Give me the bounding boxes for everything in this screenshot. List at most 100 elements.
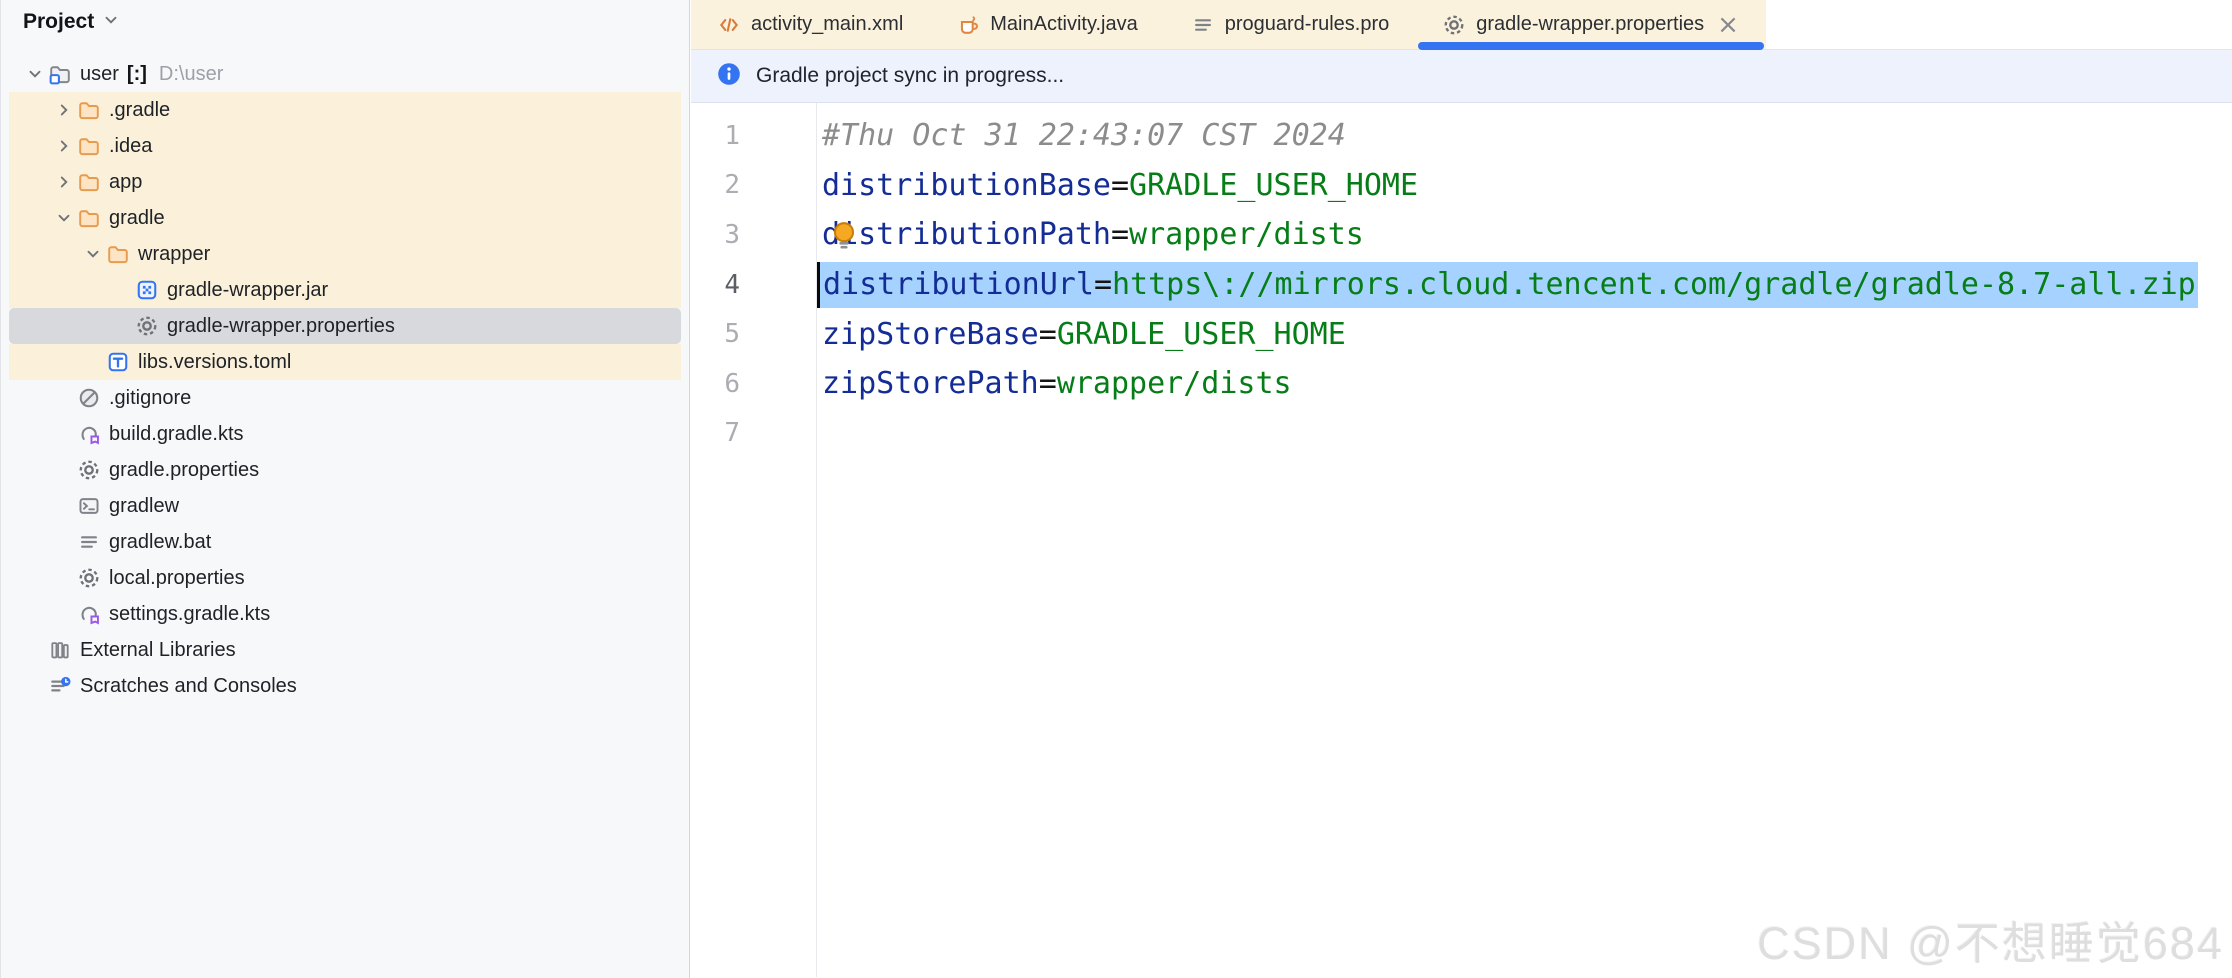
tree-item--idea[interactable]: .idea [9, 128, 681, 164]
terminal-icon [76, 494, 102, 518]
tree-item-label: build.gradle.kts [109, 423, 244, 446]
tree-item-libs-versions-toml[interactable]: libs.versions.toml [9, 344, 681, 380]
line-number-1[interactable]: 1 [691, 111, 816, 161]
token-key: zipStoreBase [822, 317, 1039, 352]
selected-text-highlight: distributionUrl=https\://mirrors.cloud.t… [817, 262, 2198, 308]
xml-code-icon [718, 14, 740, 36]
tab-gradle-wrapper-properties[interactable]: gradle-wrapper.properties × [1416, 0, 1766, 49]
token-key: zipStorePath [822, 366, 1039, 401]
folder-icon [76, 170, 102, 194]
chevron-down-icon[interactable] [23, 62, 47, 86]
tree-item-label: wrapper [138, 243, 210, 266]
line-number-3[interactable]: 3 [691, 210, 816, 260]
tab-mainactivity-java[interactable]: MainActivity.java [930, 0, 1164, 49]
tree-item-label: settings.gradle.kts [109, 603, 270, 626]
tree-item-label: gradle [109, 207, 165, 230]
token-comment: #Thu Oct 31 22:43:07 CST 2024 [822, 118, 1346, 153]
code-line-2[interactable]: distributionBase=GRADLE_USER_HOME [817, 161, 2232, 211]
code-line-3[interactable]: distributionPath=wrapper/dists [817, 210, 2232, 260]
project-panel-header[interactable]: Project [1, 0, 689, 44]
module-folder-icon [47, 62, 73, 86]
line-number-5[interactable]: 5 [691, 309, 816, 359]
tree-item-scratches-and-consoles[interactable]: Scratches and Consoles [9, 668, 681, 704]
token-key: distributionUrl [823, 267, 1094, 302]
toml-icon [105, 350, 131, 374]
token-value: GRADLE_USER_HOME [1129, 168, 1418, 203]
line-number-6[interactable]: 6 [691, 359, 816, 409]
tree-item-label: Scratches and Consoles [80, 675, 297, 698]
tree-item-label: .gitignore [109, 387, 191, 410]
line-number-7[interactable]: 7 [691, 409, 816, 459]
chevron-spacer [52, 458, 76, 482]
chevron-right-icon[interactable] [52, 98, 76, 122]
tree-item-gradle-wrapper-properties[interactable]: gradle-wrapper.properties [9, 308, 681, 344]
code-line-7[interactable] [817, 409, 2232, 459]
chevron-spacer [23, 638, 47, 662]
chevron-spacer [81, 350, 105, 374]
line-number-4[interactable]: 4 [691, 260, 816, 310]
tree-item-app[interactable]: app [9, 164, 681, 200]
chevron-spacer [52, 422, 76, 446]
project-tree: user[:]D:\user .gradle .idea app gradle wrapp… [1, 44, 689, 704]
tree-item-gradle-wrapper-jar[interactable]: gradle-wrapper.jar [9, 272, 681, 308]
tree-item-label: gradlew.bat [109, 531, 211, 554]
folder-icon [76, 134, 102, 158]
chevron-spacer [110, 278, 134, 302]
tree-item-gradlew[interactable]: gradlew [9, 488, 681, 524]
code-viewport[interactable]: #Thu Oct 31 22:43:07 CST 2024 distributio… [817, 103, 2232, 977]
tree-item-external-libraries[interactable]: External Libraries [9, 632, 681, 668]
token-eq: = [1111, 168, 1129, 203]
project-tool-window: Project user[:]D:\user .gradle .idea app gra… [0, 0, 690, 978]
tree-item-gradle-properties[interactable]: gradle.properties [9, 452, 681, 488]
gear-icon [1443, 14, 1465, 36]
chevron-down-icon[interactable] [102, 11, 120, 34]
chevron-spacer [110, 314, 134, 338]
tab-activity-main-xml[interactable]: activity_main.xml [691, 0, 930, 49]
chevron-down-icon[interactable] [81, 242, 105, 266]
intention-bulb-icon[interactable] [829, 219, 859, 259]
tree-item-gradlew-bat[interactable]: gradlew.bat [9, 524, 681, 560]
tree-item--gitignore[interactable]: .gitignore [9, 380, 681, 416]
tree-item-label: gradlew [109, 495, 179, 518]
editor-tabs: activity_main.xmlMainActivity.java progua… [691, 0, 1766, 49]
tab-label: gradle-wrapper.properties [1476, 13, 1704, 36]
tree-item-user[interactable]: user[:]D:\user [9, 56, 681, 92]
close-icon[interactable]: × [1717, 12, 1739, 38]
chevron-down-icon[interactable] [52, 206, 76, 230]
gear-icon [76, 458, 102, 482]
tree-item-label: gradle.properties [109, 459, 259, 482]
tree-item-wrapper[interactable]: wrapper [9, 236, 681, 272]
active-tab-underline [1418, 42, 1764, 50]
tree-item-label: gradle-wrapper.properties [167, 315, 395, 338]
code-line-5[interactable]: zipStoreBase=GRADLE_USER_HOME [817, 309, 2232, 359]
token-value: wrapper/dists [1057, 366, 1292, 401]
csdn-watermark: CSDN @不想睡觉684 [1757, 907, 2224, 972]
info-icon [717, 62, 741, 91]
tree-item-settings-gradle-kts[interactable]: settings.gradle.kts [9, 596, 681, 632]
code-line-4[interactable]: distributionUrl=https\://mirrors.cloud.t… [817, 260, 2232, 310]
token-eq: = [1094, 267, 1112, 302]
code-line-1[interactable]: #Thu Oct 31 22:43:07 CST 2024 [817, 111, 2232, 161]
tree-item--gradle[interactable]: .gradle [9, 92, 681, 128]
chevron-spacer [52, 494, 76, 518]
chevron-right-icon[interactable] [52, 134, 76, 158]
tree-item-label: .gradle [109, 99, 170, 122]
tree-item-gradle[interactable]: gradle [9, 200, 681, 236]
chevron-spacer [52, 566, 76, 590]
tree-item-label: .idea [109, 135, 152, 158]
code-line-6[interactable]: zipStorePath=wrapper/dists [817, 359, 2232, 409]
token-eq: = [1039, 317, 1057, 352]
editor-gutter[interactable]: 1234567 [691, 103, 817, 977]
tree-item-local-properties[interactable]: local.properties [9, 560, 681, 596]
chevron-right-icon[interactable] [52, 170, 76, 194]
folder-icon [105, 242, 131, 266]
tab-proguard-rules-pro[interactable]: proguard-rules.pro [1165, 0, 1417, 49]
tree-item-label: gradle-wrapper.jar [167, 279, 328, 302]
tree-item-build-gradle-kts[interactable]: build.gradle.kts [9, 416, 681, 452]
line-number-2[interactable]: 2 [691, 161, 816, 211]
tab-label: proguard-rules.pro [1225, 13, 1390, 36]
ide-window: Project user[:]D:\user .gradle .idea app gra… [0, 0, 2232, 978]
token-value: https\://mirrors.cloud.tencent.com/gradl… [1112, 267, 2196, 302]
tree-item-label: libs.versions.toml [138, 351, 291, 374]
editor-body[interactable]: 1234567 #Thu Oct 31 22:43:07 CST 2024 dis… [691, 103, 2232, 977]
